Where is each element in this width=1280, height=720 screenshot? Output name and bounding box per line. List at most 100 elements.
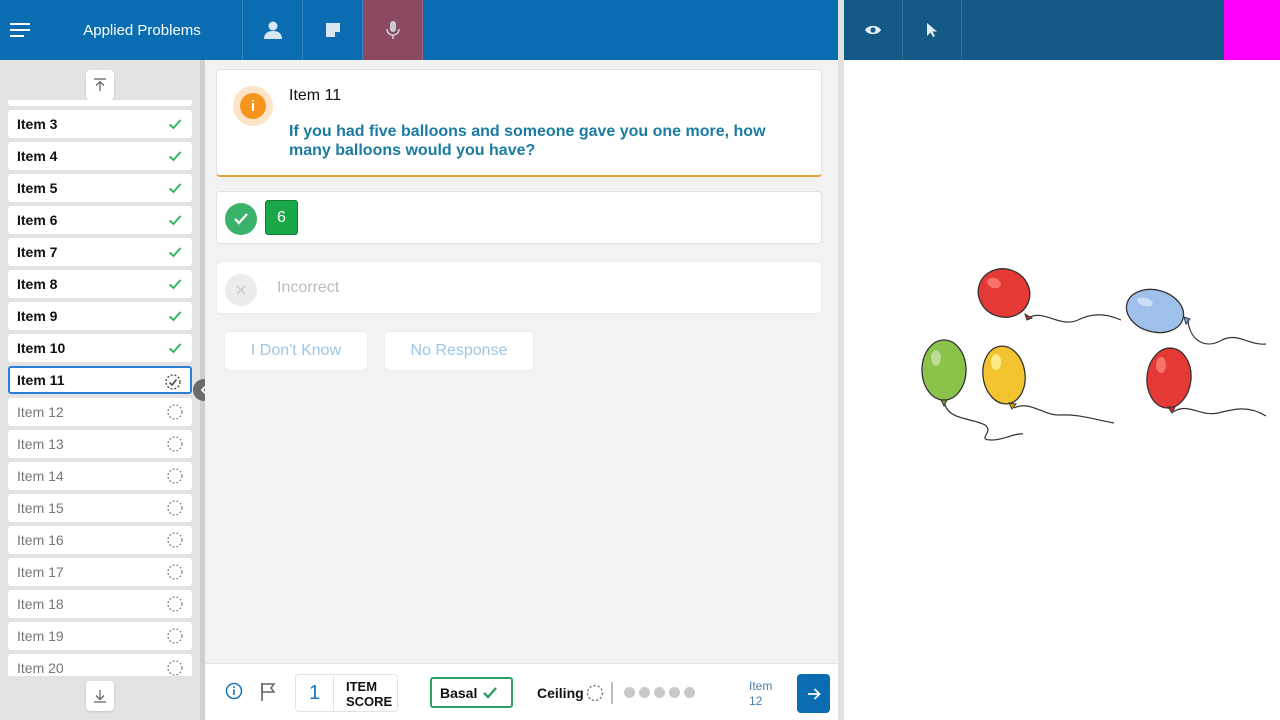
close-circle-icon [225,274,257,306]
notes-button[interactable] [303,0,363,60]
info-icon: i [233,86,273,126]
check-circle-icon [225,203,257,235]
pending-circle-icon [167,500,183,516]
item-list[interactable]: Item 2 Item 3 Item 4 Item 5 Item 6 Item 7 Item… [0,100,200,676]
sidebar-item-label: Item 9 [17,308,58,324]
sidebar-item-label: Item 17 [17,564,64,580]
question-text: If you had five balloons and someone gav… [289,123,766,159]
person-icon [263,21,282,39]
pending-circle-icon [167,436,183,452]
item-score-box: 1 ITEM SCORE [295,674,398,712]
sidebar-item-label: Item 5 [17,180,58,196]
sidebar-item-label: Item 7 [17,244,58,260]
checkmark-icon [168,311,182,322]
flag-icon[interactable] [260,682,278,702]
sidebar-item[interactable]: Item 15 [8,494,192,522]
sidebar-item-label: Item 10 [17,340,66,356]
checkmark-icon [483,686,498,699]
microphone-button[interactable] [363,0,423,60]
pending-circle-icon [167,628,183,644]
sidebar-item[interactable]: Item 6 [8,206,192,234]
sidebar-item[interactable]: Item 19 [8,622,192,650]
pending-circle-icon [167,564,183,580]
eye-icon [865,25,881,35]
bottom-status-bar: 1 ITEM SCORE Basal Ceiling Item 12 [205,663,838,720]
checkmark-icon [168,215,182,226]
next-item-button[interactable] [797,674,830,713]
pending-circle-icon [167,596,183,612]
sidebar-item[interactable]: Item 20 [8,654,192,676]
sidebar-item[interactable]: Item 5 [8,174,192,202]
balloon-red-2 [1146,347,1192,414]
balloons-illustration [921,268,1267,441]
pending-circle-icon [167,532,183,548]
cursor-icon [927,23,937,37]
answer-value-button[interactable]: 6 [265,200,298,235]
preview-button[interactable] [844,0,903,60]
dont-know-button[interactable]: I Don't Know [224,331,368,371]
sidebar-item-label: Item 4 [17,148,58,164]
examinee-button[interactable] [243,0,303,60]
hamburger-menu-button[interactable] [0,0,42,60]
test-title: Applied Problems [42,0,243,60]
arrow-down-to-bottom-icon [94,690,106,703]
sidebar-item[interactable]: Item 14 [8,462,192,490]
scoring-panel: i Item 11 If you had five balloons and s… [205,60,838,663]
sidebar-item[interactable]: Item 3 [8,110,192,138]
sidebar-item-label: Item 18 [17,596,64,612]
info-circle-icon[interactable] [225,682,243,700]
sidebar-item[interactable]: Item 17 [8,558,192,586]
scroll-bottom-button[interactable] [86,681,114,711]
balloon-red [977,268,1034,321]
correct-response-row[interactable]: 6 [216,191,822,244]
in-progress-icon [165,374,181,390]
sidebar-item[interactable]: Item 13 [8,430,192,458]
question-title: Item 11 [289,87,342,104]
pending-circle-icon [167,660,183,676]
microphone-icon [385,21,400,39]
basal-label: Basal [440,684,478,701]
sidebar-item[interactable]: Item 18 [8,590,192,618]
checkmark-icon [168,343,182,354]
sidebar-item[interactable]: Item 9 [8,302,192,330]
item-sidebar: Item 2 Item 3 Item 4 Item 5 Item 6 Item 7 Item… [0,60,200,720]
sidebar-item[interactable]: Item 8 [8,270,192,298]
checkmark-icon [168,183,182,194]
scroll-top-button[interactable] [86,70,114,100]
separator [611,682,613,704]
sidebar-item-label: Item 6 [17,212,58,228]
pointer-button[interactable] [903,0,962,60]
ceiling-progress-dot [669,687,680,698]
balloon-yellow [982,345,1026,410]
sidebar-item[interactable]: Item 4 [8,142,192,170]
ceiling-progress-dot [684,687,695,698]
checkmark-icon [168,279,182,290]
stimulus-toolbar [844,0,1224,60]
pending-circle-icon [167,404,183,420]
sidebar-item-label: Item 3 [17,116,58,132]
sidebar-item[interactable]: Item 10 [8,334,192,362]
sidebar-item[interactable]: Item 16 [8,526,192,554]
sidebar-item-label: Item 14 [17,468,64,484]
stimulus-pane [844,60,1280,720]
sidebar-item[interactable]: Item 11 [8,366,192,394]
no-response-button[interactable]: No Response [384,331,534,371]
sidebar-item-label: Item 19 [17,628,64,644]
sidebar-item[interactable]: Item 7 [8,238,192,266]
pending-circle-icon [167,468,183,484]
pending-circle-icon [586,684,604,702]
note-icon [325,23,340,37]
incorrect-label: Incorrect [277,279,340,296]
sidebar-item-label: Item 11 [17,372,65,388]
basal-indicator: Basal [430,677,513,708]
checkmark-icon [168,119,182,130]
next-item-label: Item 12 [749,679,773,708]
menu-icon [10,23,30,37]
marker-block [1224,0,1280,60]
incorrect-response-row[interactable]: Incorrect [216,261,822,314]
checkmark-icon [168,247,182,258]
sidebar-item[interactable]: Item 2 [8,100,192,106]
top-toolbar: Applied Problems [0,0,838,60]
balloon-blue [1125,288,1191,334]
sidebar-item[interactable]: Item 12 [8,398,192,426]
